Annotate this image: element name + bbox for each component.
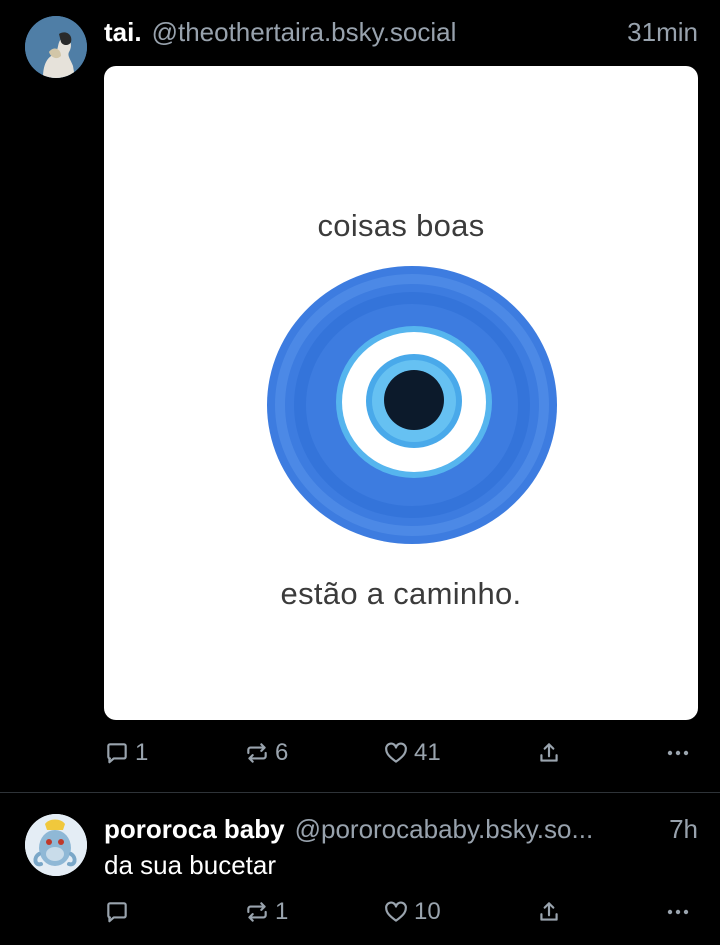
post-header: tai. @theothertaira.bsky.social 31min	[104, 15, 698, 49]
author-name[interactable]: pororoca baby	[104, 814, 285, 845]
author-handle[interactable]: @theothertaira.bsky.social	[152, 17, 620, 48]
speech-bubble-icon	[107, 743, 127, 764]
reply-button[interactable]: 1	[104, 736, 148, 770]
share-button[interactable]	[536, 736, 562, 770]
post-actions: 1 6 41	[104, 736, 698, 770]
image-caption-top: coisas boas	[317, 208, 485, 243]
avatar-image	[25, 814, 87, 876]
post-image[interactable]: coisas boas estão a caminho.	[104, 66, 698, 720]
more-options-button[interactable]	[664, 736, 692, 770]
speech-bubble-icon	[107, 902, 127, 923]
post-text: da sua bucetar	[104, 850, 277, 880]
repost-button[interactable]: 6	[244, 736, 288, 770]
share-upload-icon	[540, 743, 558, 762]
heart-icon	[385, 901, 407, 922]
post-time[interactable]: 7h	[669, 814, 698, 845]
reply-button[interactable]	[104, 895, 135, 929]
like-count: 10	[414, 898, 441, 925]
avatar[interactable]	[25, 16, 87, 78]
share-button[interactable]	[536, 895, 562, 929]
avatar-image	[25, 16, 87, 78]
repost-count: 1	[275, 898, 289, 925]
post-item[interactable]: pororoca baby @pororocababy.bsky.so... 7…	[0, 794, 720, 945]
repost-button[interactable]: 1	[244, 895, 288, 929]
post-header: pororoca baby @pororocababy.bsky.so... 7…	[104, 812, 698, 846]
ellipsis-icon	[667, 750, 689, 756]
repost-count: 6	[275, 739, 289, 766]
author-name[interactable]: tai.	[104, 17, 142, 48]
image-caption-bottom: estão a caminho.	[280, 576, 522, 611]
more-options-button[interactable]	[664, 895, 692, 929]
avatar[interactable]	[25, 814, 87, 876]
reply-count: 1	[135, 739, 149, 766]
like-count: 41	[414, 739, 441, 766]
like-button[interactable]: 41	[383, 736, 441, 770]
evil-eye-illustration	[267, 266, 557, 544]
post-divider	[0, 792, 720, 793]
share-upload-icon	[540, 902, 558, 921]
ellipsis-icon	[667, 909, 689, 915]
post-actions: 1 10	[104, 895, 698, 929]
post-item[interactable]: tai. @theothertaira.bsky.social 31min co…	[0, 0, 720, 792]
like-button[interactable]: 10	[383, 895, 441, 929]
heart-icon	[385, 742, 407, 763]
repost-arrows-icon	[247, 743, 267, 763]
author-handle[interactable]: @pororocababy.bsky.so...	[295, 814, 661, 845]
post-time[interactable]: 31min	[627, 17, 698, 48]
repost-arrows-icon	[247, 902, 267, 922]
